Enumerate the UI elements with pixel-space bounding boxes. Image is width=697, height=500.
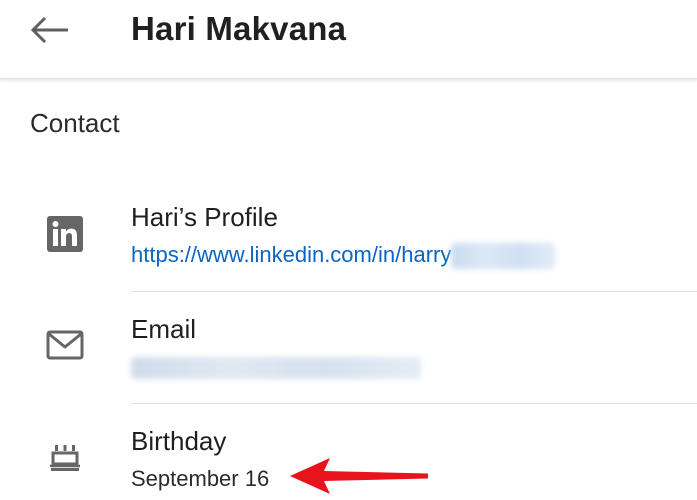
contact-row-profile[interactable]: Hari’s Profile https://www.linkedin.com/… xyxy=(0,180,697,292)
back-button[interactable] xyxy=(22,8,78,52)
profile-url-text: https://www.linkedin.com/in/harry xyxy=(131,242,452,267)
email-value[interactable] xyxy=(131,354,421,380)
mail-icon xyxy=(45,325,85,365)
contact-label-profile: Hari’s Profile xyxy=(131,202,278,232)
contact-row-email[interactable]: Email xyxy=(0,292,697,404)
birthday-cake-icon xyxy=(45,438,85,478)
contact-label-email: Email xyxy=(131,314,197,344)
contact-info-screen: Hari Makvana Contact Hari’s Profile http… xyxy=(0,0,697,500)
red-arrow-icon xyxy=(290,458,428,494)
section-title: Contact xyxy=(30,108,120,138)
arrow-left-icon xyxy=(30,16,68,44)
app-bar: Hari Makvana xyxy=(0,0,697,79)
redacted-url-suffix xyxy=(451,243,556,270)
birthday-value: September 16 xyxy=(131,466,270,491)
linkedin-icon xyxy=(45,214,85,254)
redacted-email xyxy=(131,357,421,380)
contact-label-birthday: Birthday xyxy=(131,426,227,456)
page-title: Hari Makvana xyxy=(131,10,347,47)
profile-url-link[interactable]: https://www.linkedin.com/in/harry xyxy=(131,242,556,270)
